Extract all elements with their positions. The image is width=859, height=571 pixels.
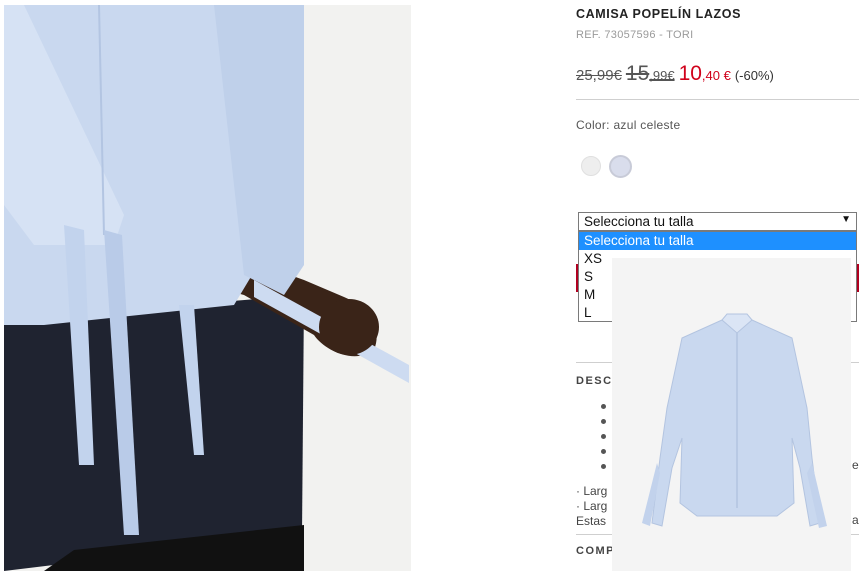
list-bullet xyxy=(601,404,606,409)
color-swatch-light-blue[interactable] xyxy=(609,155,632,178)
product-hover-image xyxy=(612,258,851,571)
discount-percent: (-60%) xyxy=(734,68,774,83)
product-reference: REF. 73057596 - TORI xyxy=(576,29,694,41)
previous-price-int: 15 xyxy=(625,62,650,85)
list-bullet xyxy=(601,464,606,469)
color-swatch-white[interactable] xyxy=(581,156,601,176)
original-price: 25,99€ xyxy=(576,67,622,84)
list-bullet xyxy=(601,419,606,424)
size-option[interactable]: Selecciona tu talla xyxy=(579,232,856,250)
divider xyxy=(576,99,859,100)
previous-price: 15,99€ xyxy=(626,62,675,85)
description-text-fragment: e xyxy=(852,458,859,472)
previous-price-dec: ,99€ xyxy=(649,68,675,83)
color-label: Color: azul celeste xyxy=(576,118,681,132)
size-select-value: Selecciona tu talla xyxy=(584,214,694,229)
list-bullet xyxy=(601,449,606,454)
list-bullet xyxy=(601,434,606,439)
price-block: 25,99€ 15,99€ 10,40 € (-60%) xyxy=(576,62,774,86)
description-line: · Larg xyxy=(576,499,608,513)
description-text-fragment: a xyxy=(852,513,859,527)
dropdown-arrow-icon: ▼ xyxy=(841,214,851,225)
description-line: · Larg xyxy=(576,484,608,498)
product-main-image[interactable] xyxy=(4,5,411,571)
composition-heading[interactable]: COMP xyxy=(576,545,615,557)
description-line: Estas xyxy=(576,514,607,528)
description-heading[interactable]: DESC xyxy=(576,375,613,387)
current-price-dec: ,40 € xyxy=(701,68,731,83)
product-title: CAMISA POPELÍN LAZOS xyxy=(576,7,742,21)
size-select[interactable]: Selecciona tu talla ▼ xyxy=(578,212,857,231)
current-price: 10,40 € xyxy=(679,62,731,85)
current-price-int: 10 xyxy=(678,62,702,85)
